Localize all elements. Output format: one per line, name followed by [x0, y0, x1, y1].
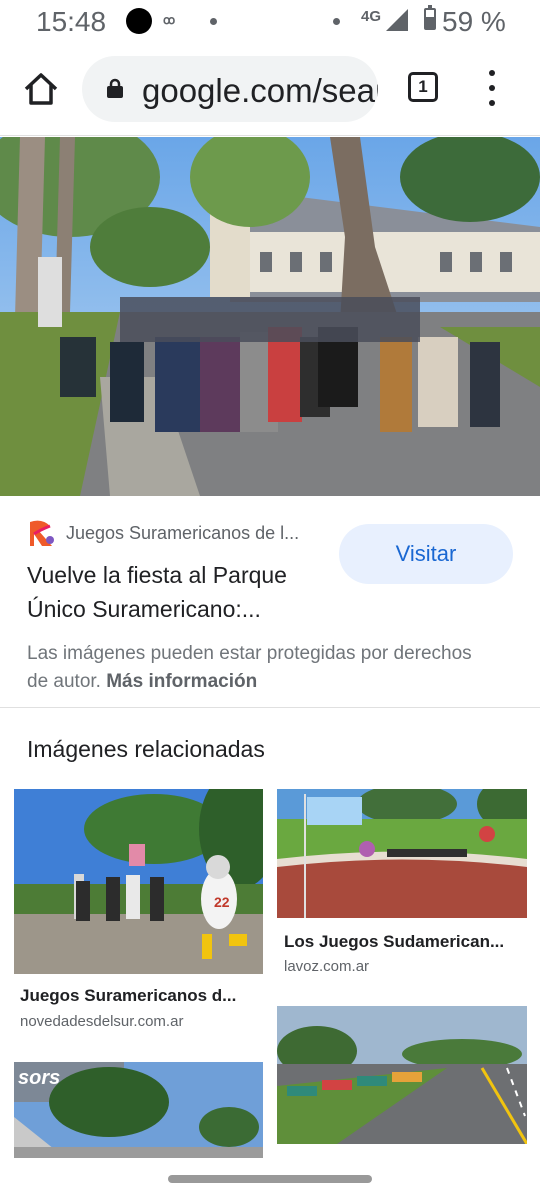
result-title-line: Único Suramericano:...: [27, 596, 261, 622]
home-icon: [24, 73, 58, 105]
battery-icon: [424, 5, 436, 30]
visit-button[interactable]: Visitar: [339, 524, 513, 584]
related-image-domain: novedadesdelsur.com.ar: [20, 1013, 184, 1030]
related-image-card[interactable]: sors: [14, 1062, 263, 1162]
related-images-heading: Imágenes relacionadas: [27, 736, 265, 762]
more-menu-button[interactable]: [480, 70, 504, 106]
site-logo-icon: [30, 520, 54, 546]
notification-dot-icon: [210, 18, 217, 25]
status-time: 15:48: [36, 6, 107, 37]
result-title[interactable]: Vuelve la fiesta al Parque Único Suramer…: [27, 558, 327, 626]
notification-dot-icon: [333, 18, 340, 25]
main-image[interactable]: [0, 137, 540, 496]
related-image-card[interactable]: [277, 1006, 527, 1166]
copyright-notice: Las imágenes pueden estar protegidas por…: [27, 640, 497, 696]
result-title-line: Vuelve la fiesta al Parque: [27, 562, 287, 588]
battery-percent: 59 %: [442, 6, 506, 37]
related-image-card[interactable]: 22 Juegos Suramericanos d... novedadesde…: [14, 789, 263, 1039]
address-bar[interactable]: google.com/search: [82, 56, 378, 122]
url-text: google.com/search: [142, 72, 378, 109]
more-info-link[interactable]: Más información: [106, 671, 257, 692]
home-button[interactable]: [22, 70, 60, 108]
related-image: [277, 1006, 527, 1144]
related-image-title: Los Juegos Sudamerican...: [284, 932, 505, 951]
menu-dot-icon: [489, 100, 495, 106]
gesture-nav-bar[interactable]: [168, 1175, 372, 1183]
signal-icon: [386, 9, 408, 31]
carrier-logo-icon: ꝏ: [163, 13, 175, 27]
status-bar: 15:48 ꝏ 4G 59 %: [0, 0, 540, 44]
browser-toolbar: google.com/search 1: [0, 52, 540, 128]
related-image-title: Juegos Suramericanos d...: [20, 986, 237, 1005]
source-name: Juegos Suramericanos de l...: [66, 523, 300, 543]
related-image-domain: lavoz.com.ar: [284, 958, 370, 975]
related-image: [277, 789, 527, 918]
tab-switcher-button[interactable]: 1: [408, 72, 438, 102]
mascot-number: 22: [214, 894, 230, 910]
menu-dot-icon: [489, 85, 495, 91]
lock-icon: [107, 78, 123, 98]
related-image: 22: [14, 789, 263, 974]
menu-dot-icon: [489, 70, 495, 76]
notification-icon: [126, 8, 152, 34]
source-row[interactable]: Juegos Suramericanos de l...: [28, 516, 328, 550]
related-image: sors: [14, 1062, 263, 1162]
network-type: 4G: [361, 8, 382, 25]
related-image-card[interactable]: Los Juegos Sudamerican... lavoz.com.ar: [277, 789, 527, 989]
banner-text: sors: [18, 1067, 60, 1089]
section-divider: [0, 707, 540, 708]
toolbar-divider: [0, 135, 540, 136]
